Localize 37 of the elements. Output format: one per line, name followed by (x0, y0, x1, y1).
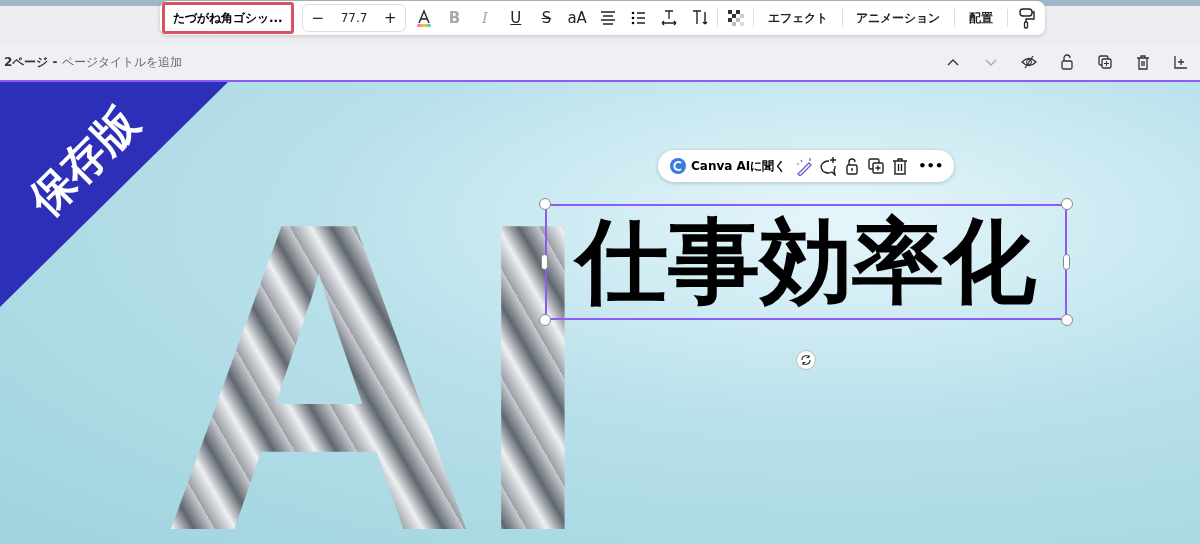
align-icon (598, 8, 617, 28)
increase-button[interactable]: + (375, 4, 406, 32)
paint-roller-icon (1016, 7, 1035, 29)
trash-icon (1134, 53, 1152, 71)
padlock-icon (1058, 53, 1076, 71)
resize-handle[interactable] (1061, 314, 1073, 326)
side-handle[interactable] (1063, 254, 1070, 270)
text-color-icon (414, 8, 433, 28)
underline-button[interactable]: U (502, 4, 530, 32)
ai-logo-icon (670, 158, 686, 174)
ask-ai-button[interactable]: Canva AIに聞く (666, 157, 791, 175)
toolbar-menu-button[interactable]: 配置 (959, 9, 1004, 27)
font-size-field[interactable]: − 77.7 + (301, 4, 407, 32)
transparency-icon (726, 8, 745, 28)
duplicate-icon (866, 156, 887, 176)
case-button[interactable]: aA (563, 4, 591, 32)
letter-spacing-icon (660, 8, 679, 28)
resize-handle[interactable] (1061, 198, 1073, 210)
toolbar-menu-button[interactable]: エフェクト (757, 9, 838, 27)
strike-button[interactable]: S (533, 4, 560, 32)
more-button[interactable]: ••• (914, 156, 948, 176)
font-dropdown[interactable]: たづがね角ゴシッ... (162, 2, 294, 34)
add-page-icon (1172, 53, 1190, 71)
eye-slash-icon (1020, 53, 1038, 71)
rotate-handle[interactable] (796, 350, 816, 370)
font-size-value: 77.7 (339, 10, 369, 27)
page-number: 2ページ - (4, 54, 58, 71)
rotate-icon (800, 354, 812, 366)
banner-text: 保存版 (17, 94, 150, 228)
page-title-field[interactable]: ページタイトルを追加 (61, 53, 182, 71)
duplicate-icon (1096, 53, 1114, 71)
toolbar-menu-button[interactable]: アニメーション (846, 9, 951, 27)
decrease-button[interactable]: − (302, 4, 333, 32)
ask-ai-label: Canva AIに聞く (691, 158, 787, 175)
comment-add-icon (818, 156, 839, 176)
side-handle[interactable] (541, 254, 548, 270)
resize-handle[interactable] (539, 198, 551, 210)
